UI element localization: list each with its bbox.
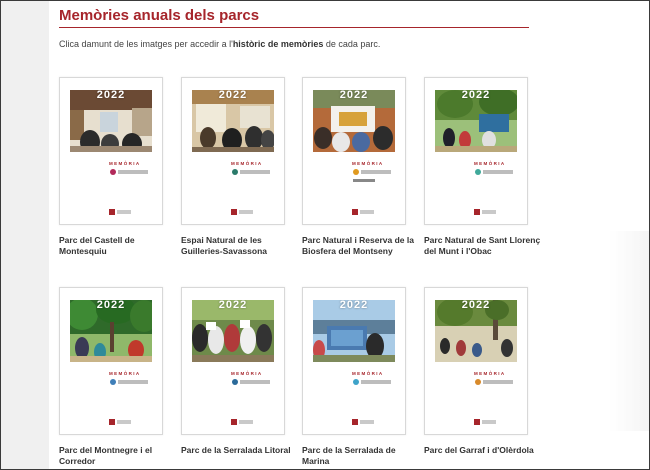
cover-year: 2022 (218, 90, 248, 101)
diputacio-logo-text (360, 210, 374, 214)
cover-photo: 2022 (192, 300, 274, 362)
diputacio-logo-icon (474, 209, 480, 215)
cover-memoria-label: MEMÒRIA (109, 371, 141, 376)
park-logo-icon (110, 169, 116, 175)
park-logo-text (118, 170, 148, 174)
diputacio-logo-text (239, 210, 253, 214)
diputacio-logo-icon (352, 209, 358, 215)
park-caption-link[interactable]: Espai Natural de les Guilleries-Savasson… (181, 235, 303, 257)
content-area: Memòries anuals dels parcs Clica damunt … (49, 1, 649, 469)
section-title: Memòries anuals dels parcs (59, 7, 260, 24)
intro-text: Clica damunt de les imatges per accedir … (59, 39, 380, 49)
intro-text-end: de cada parc. (323, 39, 381, 49)
park-logo-text (361, 170, 391, 174)
cover-photo: 2022 (313, 300, 395, 362)
cover-year: 2022 (96, 300, 126, 311)
park-logo-text (361, 380, 391, 384)
diputacio-logo-icon (352, 419, 358, 425)
diputacio-logo-text (482, 420, 496, 424)
cover-photo: 2022 (70, 90, 152, 152)
park-caption-link[interactable]: Parc del Castell de Montesquiu (59, 235, 181, 257)
title-underline (59, 27, 529, 28)
park-caption-link[interactable]: Parc de la Serralada de Marina (302, 445, 424, 467)
park-logo-text (118, 380, 148, 384)
cover-photo: 2022 (435, 90, 517, 152)
cover-photo: 2022 (313, 90, 395, 152)
cover-photo: 2022 (70, 300, 152, 362)
park-logo-icon (232, 379, 238, 385)
diputacio-logo-icon (474, 419, 480, 425)
cover-year: 2022 (461, 90, 491, 101)
park-logo-icon (232, 169, 238, 175)
park-caption-link[interactable]: Parc Natural de Sant Llorenç del Munt i … (424, 235, 546, 257)
left-margin (1, 1, 49, 469)
memory-cover-image[interactable]: 2022 MEMÒRIA (59, 77, 163, 225)
memory-cover-image[interactable]: 2022 MEMÒRIA (302, 77, 406, 225)
park-logo-icon (353, 169, 359, 175)
background-fade (609, 231, 649, 431)
memory-cover-image[interactable]: 2022 MEMÒRIA (59, 287, 163, 435)
park-caption-link[interactable]: Parc de la Serralada Litoral (181, 445, 303, 456)
diputacio-logo-icon (109, 419, 115, 425)
park-logo-text (483, 380, 513, 384)
memory-cover-image[interactable]: 2022 MEMÒRIA (181, 287, 285, 435)
cover-memoria-label: MEMÒRIA (474, 371, 506, 376)
park-logo-icon (475, 169, 481, 175)
memory-cover-image[interactable]: 2022 MEMÒRIA (302, 287, 406, 435)
park-caption-link[interactable]: Parc del Garraf i d'Olèrdola (424, 445, 546, 456)
diputacio-logo-text (482, 210, 496, 214)
cover-memoria-label: MEMÒRIA (231, 371, 263, 376)
diputacio-logo-text (239, 420, 253, 424)
park-caption-link[interactable]: Parc del Montnegre i el Corredor (59, 445, 181, 467)
park-logo-icon (110, 379, 116, 385)
cover-year: 2022 (461, 300, 491, 311)
cover-memoria-label: MEMÒRIA (352, 371, 384, 376)
cover-year: 2022 (339, 90, 369, 101)
diputacio-logo-text (360, 420, 374, 424)
cover-photo: 2022 (435, 300, 517, 362)
park-logo-icon (475, 379, 481, 385)
memory-cover-image[interactable]: 2022 MEMÒRIA (181, 77, 285, 225)
cover-memoria-label: MEMÒRIA (109, 161, 141, 166)
intro-text-bold: històric de memòries (232, 39, 324, 49)
diputacio-logo-icon (231, 209, 237, 215)
cover-memoria-label: MEMÒRIA (231, 161, 263, 166)
intro-text-start: Clica damunt de les imatges per accedir … (59, 39, 233, 49)
cover-year: 2022 (339, 300, 369, 311)
diputacio-logo-text (117, 210, 131, 214)
cover-year: 2022 (96, 90, 126, 101)
park-logo-text (240, 170, 270, 174)
park-logo-text (483, 170, 513, 174)
memory-cover-image[interactable]: 2022 MEMÒRIA (424, 287, 528, 435)
park-logo-text (240, 380, 270, 384)
park-caption-link[interactable]: Parc Natural i Reserva de la Biosfera de… (302, 235, 424, 257)
cover-memoria-label: MEMÒRIA (352, 161, 384, 166)
diputacio-logo-text (117, 420, 131, 424)
cover-photo: 2022 (192, 90, 274, 152)
memory-cover-image[interactable]: 2022 MEMÒRIA (424, 77, 528, 225)
park-logo-icon (353, 379, 359, 385)
cover-memoria-label: MEMÒRIA (474, 161, 506, 166)
diputacio-logo-icon (231, 419, 237, 425)
cover-year: 2022 (218, 300, 248, 311)
diputacio-logo-icon (109, 209, 115, 215)
biosphere-logo-icon (353, 179, 375, 182)
